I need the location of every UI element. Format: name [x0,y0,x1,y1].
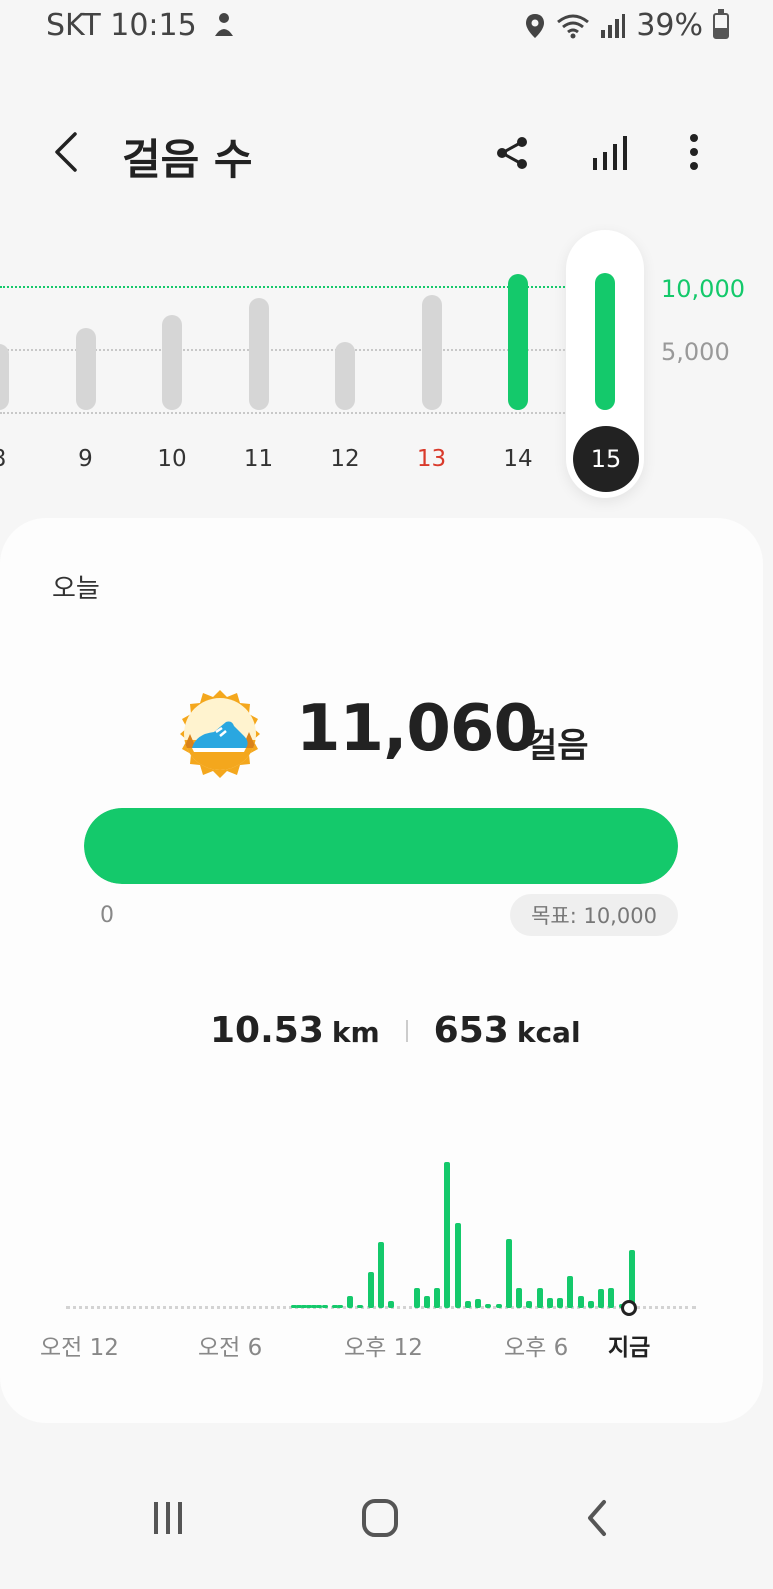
hourly-bar [536,1287,543,1308]
hourly-bar [475,1299,482,1308]
hourly-bar [321,1305,328,1308]
y-label-goal: 10,000 [661,275,745,303]
notification-icon [214,12,233,36]
share-button[interactable] [484,125,540,181]
day-bar-14[interactable] [508,273,528,410]
goal-progress-fill [84,808,678,884]
day-bar-13[interactable] [421,294,442,410]
hourly-bar [577,1296,584,1308]
goal-badge[interactable]: 목표: 10,000 [510,894,678,936]
recent-apps-icon [154,1502,182,1534]
hourly-bar [434,1287,441,1308]
selected-day-circle[interactable]: 15 [573,426,639,492]
back-nav-button[interactable] [570,1494,626,1546]
home-icon [362,1499,398,1537]
hour-label-12am: 오전 12 [40,1335,119,1361]
now-marker [621,1300,637,1316]
hourly-bar [357,1305,364,1308]
hourly-bar [388,1300,395,1308]
carrier-time: SKT 10:15 [46,8,197,43]
hourly-bar [413,1287,420,1308]
goal-line [0,286,565,288]
location-icon [526,13,545,38]
day-bar-11[interactable] [248,298,269,410]
day-bar-8[interactable] [0,344,9,410]
back-icon [55,132,77,172]
recent-apps-button[interactable] [140,1494,196,1546]
hourly-bar [454,1223,461,1308]
today-steps-value: 11,060 [296,692,538,766]
calories-value: 653 [433,1010,509,1051]
hour-label-12pm: 오후 12 [344,1335,423,1361]
signal-icon [601,13,626,38]
day-label-12[interactable]: 12 [315,446,375,472]
progress-min-label: 0 [100,903,114,928]
goal-label: 목표: 10,000 [531,904,657,928]
home-button[interactable] [352,1494,408,1546]
status-bar-right: 39% [524,8,729,43]
hourly-bar [516,1287,523,1308]
hour-label-6am: 오전 6 [198,1335,263,1361]
hourly-bar [424,1296,430,1308]
share-icon [497,137,527,169]
goal-progress-bar [84,808,678,884]
hourly-bar [377,1242,384,1308]
battery-percent: 39% [636,8,703,43]
hourly-bar [526,1300,533,1308]
hourly-bar [546,1297,553,1308]
distance-value: 10.53 [210,1010,324,1051]
hourly-bar [557,1297,564,1308]
stats-divider [405,1020,408,1042]
hourly-bar [587,1300,594,1308]
today-steps-unit: 걸음 [526,726,589,766]
trends-button[interactable] [582,124,638,180]
bar-chart-icon [593,136,627,170]
calories-unit: kcal [516,1016,581,1049]
day-label-9[interactable]: 9 [56,446,116,472]
selected-day-label: 15 [590,445,622,473]
day-label-13[interactable]: 13 [402,446,462,472]
day-bar-10[interactable] [162,314,182,410]
hourly-bar [567,1275,574,1308]
day-label-10[interactable]: 10 [142,446,202,472]
back-nav-icon [588,1500,606,1536]
hourly-bar [495,1303,502,1308]
day-bar-12[interactable] [335,341,355,410]
status-bar-left: SKT 10:15 [46,8,237,43]
today-stats: 10.53 km 653 kcal [210,1010,593,1051]
more-options-button[interactable] [666,124,722,180]
shoe-badge-icon [174,688,266,784]
hourly-bar [608,1287,615,1308]
day-label-14[interactable]: 14 [488,446,548,472]
day-label-8[interactable]: 8 [0,446,29,472]
hourly-bar [464,1300,471,1308]
day-bar-15[interactable] [594,272,615,410]
page-title: 걸음 수 [122,135,253,184]
wifi-icon [557,14,590,38]
hour-label-now: 지금 [608,1335,651,1361]
day-bar-9[interactable] [75,328,96,410]
hourly-bar [367,1271,374,1308]
hour-label-6pm: 오후 6 [504,1335,569,1361]
hourly-bar [598,1289,605,1308]
battery-icon [713,8,729,39]
more-vertical-icon [690,134,698,170]
hourly-bar [347,1296,354,1308]
hourly-bar [444,1162,451,1308]
today-label: 오늘 [52,574,100,604]
baseline [0,412,565,414]
distance-unit: km [331,1016,380,1049]
hourly-bar [505,1239,512,1308]
day-label-11[interactable]: 11 [229,446,289,472]
y-label-5000: 5,000 [661,338,730,366]
back-button[interactable] [38,124,94,180]
hourly-bar [336,1305,343,1308]
